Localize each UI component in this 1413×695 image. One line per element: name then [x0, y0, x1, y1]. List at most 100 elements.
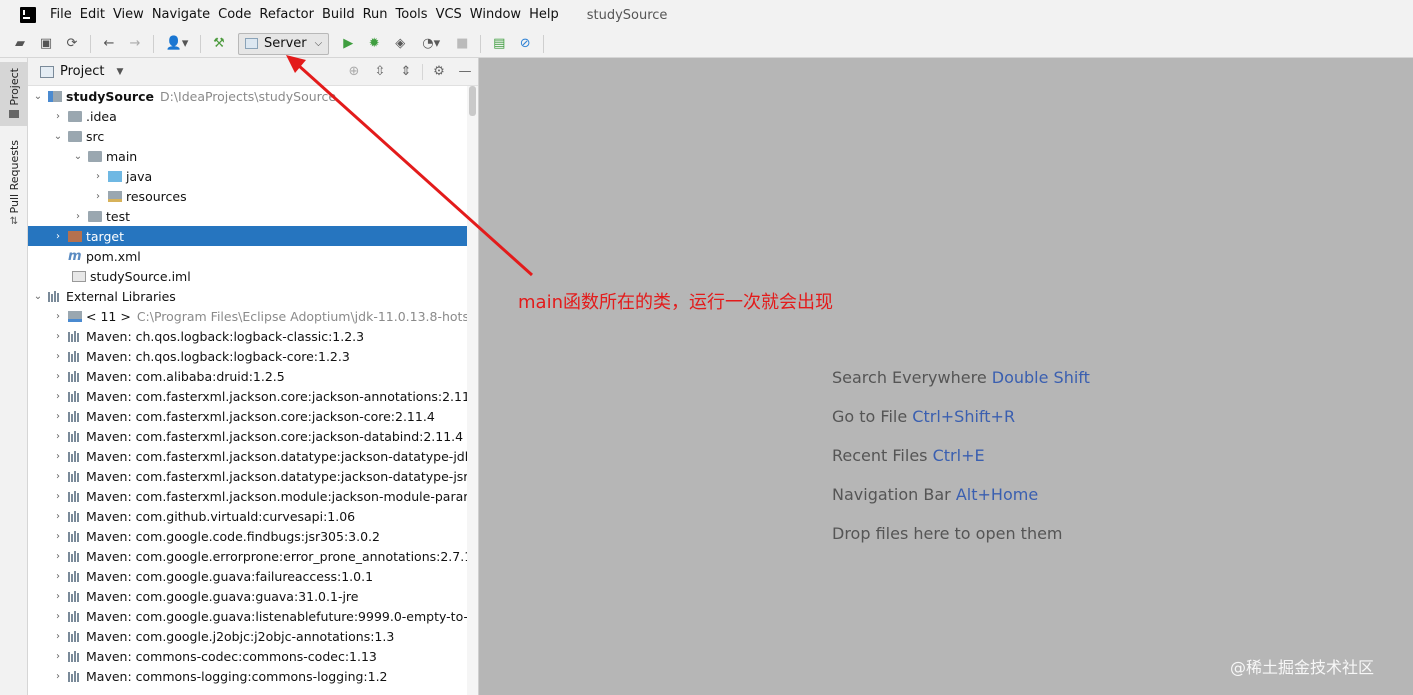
tree-row-library[interactable]: › Maven: ch.qos.logback:logback-classic:1…: [28, 326, 478, 346]
expand-all-icon[interactable]: ⇳: [372, 64, 388, 80]
main-folder-name: main: [106, 148, 138, 164]
collapsed-arrow-icon[interactable]: ›: [52, 226, 64, 246]
hide-panel-icon[interactable]: —: [457, 64, 473, 80]
debug-icon[interactable]: ✹: [366, 36, 382, 52]
collapsed-arrow-icon[interactable]: ›: [52, 646, 64, 666]
collapsed-arrow-icon[interactable]: ›: [52, 526, 64, 546]
collapsed-arrow-icon[interactable]: ›: [52, 566, 64, 586]
collapsed-arrow-icon[interactable]: ›: [52, 666, 64, 686]
tree-row-library[interactable]: › Maven: com.google.guava:listenablefutur…: [28, 606, 478, 626]
collapsed-arrow-icon[interactable]: ›: [72, 206, 84, 226]
tree-row-root[interactable]: ⌄ studySource D:\IdeaProjects\studySourc…: [28, 86, 478, 106]
chevron-down-icon[interactable]: ▼: [116, 67, 123, 77]
run-icon[interactable]: ▶: [340, 36, 356, 52]
tree-row-resources[interactable]: › resources: [28, 186, 478, 206]
sync-icon[interactable]: ⟳: [64, 36, 80, 52]
collapsed-arrow-icon[interactable]: ›: [52, 506, 64, 526]
tree-row-external-libraries[interactable]: ⌄ External Libraries: [28, 286, 478, 306]
collapsed-arrow-icon[interactable]: ›: [52, 466, 64, 486]
collapsed-arrow-icon[interactable]: ›: [92, 166, 104, 186]
expanded-arrow-icon[interactable]: ⌄: [72, 146, 84, 166]
run-configuration-dropdown[interactable]: Server ⌵: [238, 32, 330, 55]
tree-row-library[interactable]: › Maven: com.google.code.findbugs:jsr305:…: [28, 526, 478, 546]
menu-help[interactable]: Help: [525, 0, 563, 30]
tree-row-library[interactable]: › Maven: ch.qos.logback:logback-core:1.2.…: [28, 346, 478, 366]
menu-navigate[interactable]: Navigate: [148, 0, 214, 30]
tab-pull-requests[interactable]: Pull Requests ⇅: [0, 140, 28, 232]
collapsed-arrow-icon[interactable]: ›: [52, 606, 64, 626]
project-panel-title[interactable]: Project: [60, 64, 104, 79]
collapsed-arrow-icon[interactable]: ›: [52, 366, 64, 386]
tab-project[interactable]: Project: [0, 62, 28, 126]
collapsed-arrow-icon[interactable]: ›: [52, 306, 64, 326]
tree-row-library[interactable]: › Maven: com.google.errorprone:error_pron…: [28, 546, 478, 566]
vertical-scrollbar[interactable]: [467, 86, 478, 695]
open-folder-icon[interactable]: ▰: [12, 36, 28, 52]
menu-edit[interactable]: Edit: [76, 0, 109, 30]
tree-row-src[interactable]: ⌄ src: [28, 126, 478, 146]
collapsed-arrow-icon[interactable]: ›: [52, 406, 64, 426]
tree-row-library[interactable]: › Maven: com.fasterxml.jackson.datatype:j…: [28, 466, 478, 486]
power-save-icon[interactable]: ⊘: [517, 36, 533, 52]
tree-row-test[interactable]: › test: [28, 206, 478, 226]
tree-row-library[interactable]: › Maven: com.github.virtuald:curvesapi:1.…: [28, 506, 478, 526]
collapsed-arrow-icon[interactable]: ›: [52, 106, 64, 126]
tree-row-idea[interactable]: › .idea: [28, 106, 478, 126]
tree-row-library[interactable]: › Maven: com.fasterxml.jackson.module:jac…: [28, 486, 478, 506]
activity-monitor-icon[interactable]: ▤: [491, 36, 507, 52]
tree-row-library[interactable]: › Maven: com.fasterxml.jackson.core:jacks…: [28, 426, 478, 446]
tree-row-target[interactable]: › target: [28, 226, 478, 246]
expanded-arrow-icon[interactable]: ⌄: [32, 86, 44, 106]
menu-refactor[interactable]: Refactor: [255, 0, 318, 30]
tree-row-library[interactable]: › Maven: com.google.j2objc:j2objc-annotat…: [28, 626, 478, 646]
collapsed-arrow-icon[interactable]: ›: [52, 326, 64, 346]
tree-row-library[interactable]: › Maven: com.fasterxml.jackson.core:jacks…: [28, 406, 478, 426]
gear-icon[interactable]: ⚙: [431, 64, 447, 80]
forward-arrow-icon[interactable]: →: [127, 36, 143, 52]
scrollbar-thumb[interactable]: [469, 86, 476, 116]
back-arrow-icon[interactable]: ←: [101, 36, 117, 52]
coverage-icon[interactable]: ◈: [392, 36, 408, 52]
collapsed-arrow-icon[interactable]: ›: [52, 426, 64, 446]
locate-target-icon[interactable]: ⊕: [346, 64, 362, 80]
library-icon: [68, 670, 82, 682]
tree-row-iml[interactable]: studySource.iml: [28, 266, 478, 286]
tree-row-pom[interactable]: m pom.xml: [28, 246, 478, 266]
collapsed-arrow-icon[interactable]: ›: [52, 546, 64, 566]
menu-vcs[interactable]: VCS: [432, 0, 466, 30]
tree-row-library[interactable]: › Maven: com.fasterxml.jackson.datatype:j…: [28, 446, 478, 466]
tree-row-jdk[interactable]: › < 11 > C:\Program Files\Eclipse Adopti…: [28, 306, 478, 326]
tree-row-library[interactable]: › Maven: com.fasterxml.jackson.core:jacks…: [28, 386, 478, 406]
build-hammer-icon[interactable]: ⚒: [211, 36, 227, 52]
menu-tools[interactable]: Tools: [392, 0, 432, 30]
collapsed-arrow-icon[interactable]: ›: [52, 386, 64, 406]
stop-icon[interactable]: ■: [454, 36, 470, 52]
menu-build[interactable]: Build: [318, 0, 359, 30]
menu-code[interactable]: Code: [214, 0, 255, 30]
tree-row-library[interactable]: › Maven: com.google.guava:guava:31.0.1-jr…: [28, 586, 478, 606]
expanded-arrow-icon[interactable]: ⌄: [52, 126, 64, 146]
collapsed-arrow-icon[interactable]: ›: [52, 486, 64, 506]
tree-row-library[interactable]: › Maven: com.google.guava:failureaccess:1…: [28, 566, 478, 586]
collapsed-arrow-icon[interactable]: ›: [52, 446, 64, 466]
collapse-all-icon[interactable]: ⇕: [398, 64, 414, 80]
user-dropdown-icon[interactable]: 👤▾: [164, 36, 190, 52]
menu-view[interactable]: View: [109, 0, 148, 30]
collapsed-arrow-icon[interactable]: ›: [52, 586, 64, 606]
menu-run[interactable]: Run: [359, 0, 392, 30]
collapsed-arrow-icon[interactable]: ›: [92, 186, 104, 206]
collapsed-arrow-icon[interactable]: ›: [52, 626, 64, 646]
save-all-icon[interactable]: ▣: [38, 36, 54, 52]
expanded-arrow-icon[interactable]: ⌄: [32, 286, 44, 306]
tree-row-main[interactable]: ⌄ main: [28, 146, 478, 166]
collapsed-arrow-icon[interactable]: ›: [52, 346, 64, 366]
editor-empty-area[interactable]: Search Everywhere Double Shift Go to Fil…: [479, 58, 1413, 695]
tree-row-library[interactable]: › Maven: commons-codec:commons-codec:1.13: [28, 646, 478, 666]
menu-file[interactable]: File: [46, 0, 76, 30]
tree-row-library[interactable]: › Maven: com.alibaba:druid:1.2.5: [28, 366, 478, 386]
menu-window[interactable]: Window: [466, 0, 525, 30]
tree-row-library[interactable]: › Maven: commons-logging:commons-logging:…: [28, 666, 478, 686]
hint-label: Search Everywhere: [832, 368, 987, 387]
tree-row-java[interactable]: › java: [28, 166, 478, 186]
profile-dropdown-icon[interactable]: ◔▾: [418, 36, 444, 52]
